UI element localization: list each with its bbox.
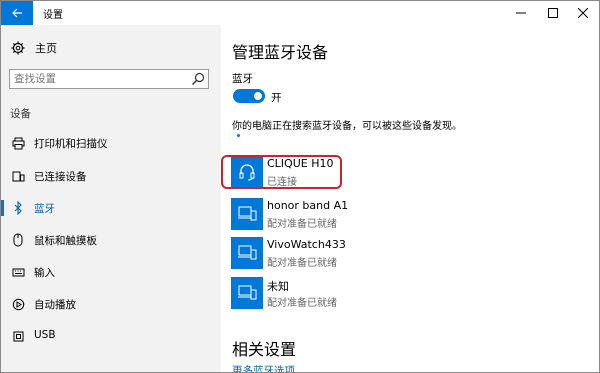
sidebar-home[interactable]: 主页 bbox=[11, 39, 57, 57]
device-status: 已连接 bbox=[267, 177, 297, 188]
bluetooth-toggle[interactable] bbox=[233, 89, 265, 103]
device-item[interactable]: 未知 配对准备已就绪 bbox=[231, 277, 451, 311]
sidebar-item-typing[interactable]: 输入 bbox=[1, 261, 221, 283]
bluetooth-toggle-state: 开 bbox=[271, 92, 282, 104]
window-title: 设置 bbox=[43, 10, 63, 21]
main-content: 管理蓝牙设备 蓝牙 开 你的电脑正在搜索蓝牙设备，可以被这些设备发现。 CLIQ… bbox=[221, 25, 599, 372]
search-box[interactable] bbox=[9, 69, 209, 89]
bluetooth-icon bbox=[11, 200, 25, 216]
minimize-icon bbox=[516, 12, 526, 14]
keyboard-icon bbox=[11, 264, 25, 280]
close-icon bbox=[578, 8, 588, 18]
phone-device-icon bbox=[231, 277, 263, 309]
sidebar: 主页 设备 打印机和扫描仪 已连接设备 蓝牙 bbox=[1, 25, 221, 372]
section-label-devices: 设备 bbox=[10, 108, 31, 120]
minimize-button[interactable] bbox=[506, 1, 536, 25]
mouse-icon bbox=[11, 232, 25, 248]
autoplay-icon bbox=[11, 296, 25, 312]
sidebar-item-label: 输入 bbox=[34, 267, 55, 279]
sidebar-item-usb[interactable]: USB bbox=[1, 325, 221, 347]
phone-device-icon bbox=[231, 198, 263, 230]
gear-icon bbox=[11, 41, 25, 55]
page-title: 管理蓝牙设备 bbox=[232, 43, 329, 62]
device-name: honor band A1 bbox=[267, 199, 349, 212]
related-settings-title: 相关设置 bbox=[232, 340, 297, 359]
device-item[interactable]: CLIQUE H10 已连接 bbox=[231, 156, 451, 190]
connected-devices-icon bbox=[11, 168, 25, 184]
bluetooth-label: 蓝牙 bbox=[232, 73, 253, 85]
sidebar-item-label: 自动播放 bbox=[34, 299, 76, 311]
more-bluetooth-options-link[interactable]: 更多蓝牙选项 bbox=[232, 363, 295, 372]
title-bar: 设置 bbox=[1, 1, 599, 25]
device-status: 配对准备已就绪 bbox=[267, 219, 337, 230]
maximize-button[interactable] bbox=[538, 1, 568, 25]
phone-device-icon bbox=[231, 237, 263, 269]
settings-window: 设置 主页 设备 bbox=[0, 0, 600, 373]
search-input[interactable] bbox=[10, 70, 186, 88]
close-button[interactable] bbox=[568, 1, 598, 25]
device-item[interactable]: VivoWatch433 配对准备已就绪 bbox=[231, 237, 451, 271]
headset-icon bbox=[231, 156, 263, 188]
discoverable-text: 你的电脑正在搜索蓝牙设备，可以被这些设备发现。 bbox=[232, 121, 462, 132]
device-name: CLIQUE H10 bbox=[267, 157, 334, 170]
sidebar-item-printers[interactable]: 打印机和扫描仪 bbox=[1, 132, 221, 154]
device-name: VivoWatch433 bbox=[267, 238, 346, 251]
toggle-knob bbox=[254, 92, 262, 100]
search-icon[interactable] bbox=[191, 72, 205, 86]
device-name: 未知 bbox=[267, 280, 289, 293]
device-status: 配对准备已就绪 bbox=[267, 258, 337, 269]
sidebar-item-mouse[interactable]: 鼠标和触摸板 bbox=[1, 229, 221, 251]
sidebar-item-label: 鼠标和触摸板 bbox=[34, 235, 97, 247]
sidebar-item-connected-devices[interactable]: 已连接设备 bbox=[1, 165, 221, 187]
maximize-icon bbox=[548, 8, 558, 18]
sidebar-item-label: 蓝牙 bbox=[34, 203, 55, 215]
usb-icon bbox=[11, 328, 25, 344]
sidebar-item-label: 打印机和扫描仪 bbox=[34, 138, 108, 150]
device-item[interactable]: honor band A1 配对准备已就绪 bbox=[231, 198, 451, 232]
sidebar-item-autoplay[interactable]: 自动播放 bbox=[1, 293, 221, 315]
sidebar-item-label: 已连接设备 bbox=[34, 171, 87, 183]
sidebar-item-label: USB bbox=[34, 329, 56, 341]
device-status: 配对准备已就绪 bbox=[267, 298, 337, 309]
searching-indicator bbox=[237, 134, 240, 137]
sidebar-home-label: 主页 bbox=[35, 42, 57, 55]
sidebar-item-bluetooth[interactable]: 蓝牙 bbox=[1, 197, 221, 219]
printer-icon bbox=[11, 135, 25, 151]
back-button[interactable] bbox=[1, 1, 33, 25]
back-arrow-icon bbox=[12, 8, 22, 18]
